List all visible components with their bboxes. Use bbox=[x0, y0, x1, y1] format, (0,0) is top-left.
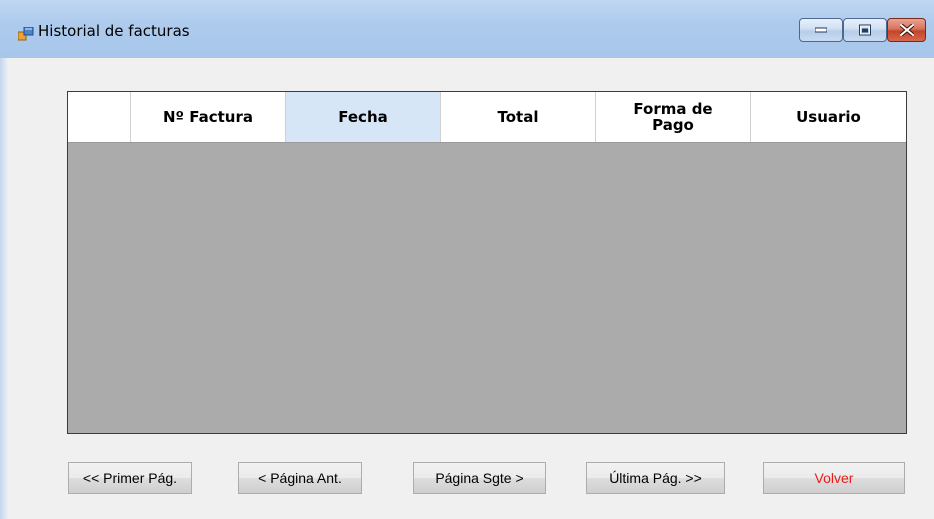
next-page-button[interactable]: Página Sgte > bbox=[413, 462, 546, 494]
close-button[interactable] bbox=[887, 18, 926, 42]
maximize-icon bbox=[859, 24, 871, 36]
form-window: Historial de facturas Nº Factura Fecha T… bbox=[0, 0, 934, 519]
close-icon bbox=[899, 24, 914, 36]
column-header-fecha[interactable]: Fecha bbox=[286, 92, 441, 142]
row-header-corner[interactable] bbox=[68, 92, 131, 142]
back-button[interactable]: Volver bbox=[763, 462, 905, 494]
window-title: Historial de facturas bbox=[38, 22, 190, 40]
column-header-label: Fecha bbox=[338, 108, 388, 126]
title-bar[interactable]: Historial de facturas bbox=[0, 0, 934, 58]
minimize-button[interactable] bbox=[799, 18, 843, 42]
window-edge bbox=[0, 58, 8, 519]
column-header-label: Total bbox=[497, 108, 539, 126]
invoice-grid[interactable]: Nº Factura Fecha Total Forma de Pago Usu… bbox=[67, 91, 907, 434]
maximize-button[interactable] bbox=[843, 18, 887, 42]
column-header-numero-factura[interactable]: Nº Factura bbox=[131, 92, 286, 142]
column-header-label: Nº Factura bbox=[163, 108, 253, 126]
column-header-usuario[interactable]: Usuario bbox=[751, 92, 906, 142]
column-header-label: Forma de Pago bbox=[633, 100, 713, 134]
grid-header: Nº Factura Fecha Total Forma de Pago Usu… bbox=[68, 92, 906, 143]
column-header-label: Usuario bbox=[796, 108, 861, 126]
last-page-button[interactable]: Última Pág. >> bbox=[586, 462, 725, 494]
first-page-button[interactable]: << Primer Pág. bbox=[68, 462, 192, 494]
column-header-total[interactable]: Total bbox=[441, 92, 596, 142]
form-icon bbox=[17, 26, 34, 41]
column-header-forma-de-pago[interactable]: Forma de Pago bbox=[596, 92, 751, 142]
minimize-icon bbox=[815, 27, 827, 33]
previous-page-button[interactable]: < Página Ant. bbox=[238, 462, 362, 494]
